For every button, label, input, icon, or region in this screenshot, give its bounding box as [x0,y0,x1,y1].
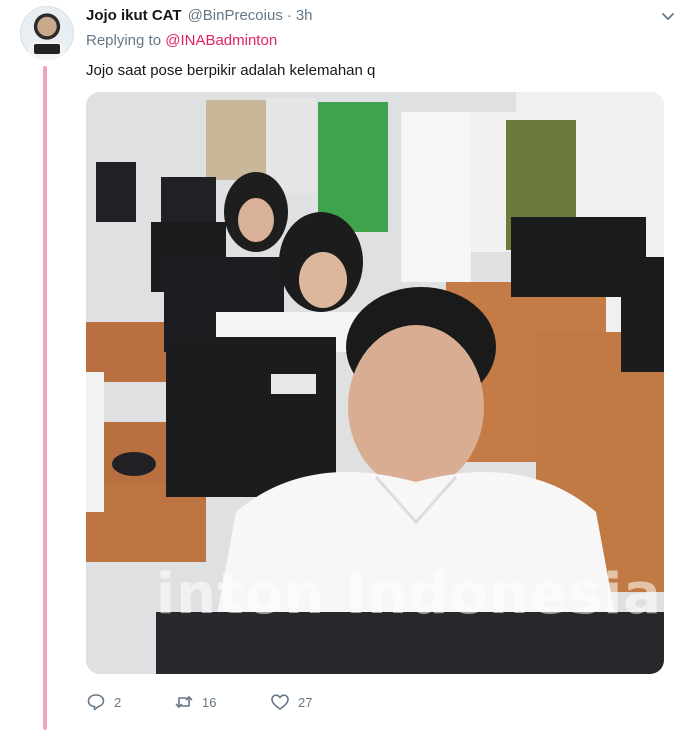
chevron-down-icon[interactable] [658,6,678,26]
separator-dot: · [286,6,292,24]
thread-line [43,66,47,730]
like-count: 27 [298,694,313,710]
retweet-count: 16 [202,694,217,710]
tweet-actions: 2 16 27 [86,690,340,714]
display-name[interactable]: Jojo ikut CAT [86,7,182,24]
retweet-button[interactable]: 16 [174,692,270,712]
avatar-screen [34,44,60,54]
heart-icon [271,694,289,710]
replying-to-line: Replying to @INABadminton [86,32,277,49]
user-handle[interactable]: @BinPrecoius [188,7,283,24]
like-button[interactable]: 27 [270,692,340,712]
avatar[interactable] [20,6,74,60]
tweet-photo[interactable]: inton Indonesia [86,92,664,674]
photo-watermark: inton Indonesia [156,562,663,627]
reply-button[interactable]: 2 [86,692,174,712]
reply-count: 2 [114,694,122,710]
timestamp[interactable]: 3h [296,7,313,24]
retweet-icon [175,696,193,708]
reply-icon [87,694,105,711]
replying-to-link[interactable]: @INABadminton [165,32,277,49]
tweet-text: Jojo saat pose berpikir adalah kelemahan… [86,62,376,79]
tweet-header: Jojo ikut CAT @BinPrecoius · 3h [86,4,678,26]
replying-to-prefix: Replying to [86,32,162,49]
